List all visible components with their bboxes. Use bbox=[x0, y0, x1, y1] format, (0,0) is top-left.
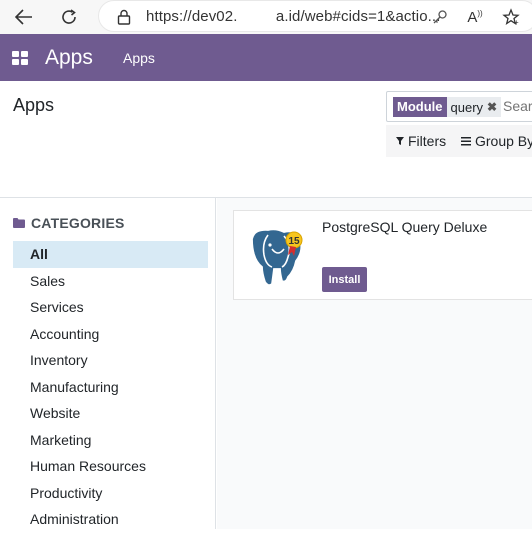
search-facet: Module query ✖ bbox=[393, 97, 502, 117]
sidebar-item-inventory[interactable]: Inventory bbox=[13, 347, 208, 374]
read-aloud-icon[interactable]: A)) bbox=[465, 7, 485, 27]
kanban-view: 15 PostgreSQL Query Deluxe Install bbox=[217, 198, 532, 529]
facet-label: Module bbox=[393, 97, 447, 117]
back-icon[interactable] bbox=[12, 5, 36, 29]
category-sidebar: CATEGORIES All Sales Services Accounting Inv… bbox=[0, 198, 216, 529]
search-box[interactable]: Module query ✖ bbox=[386, 91, 532, 122]
lock-icon[interactable] bbox=[114, 7, 134, 27]
facet-value-text: query bbox=[450, 99, 484, 115]
close-icon[interactable]: ✖ bbox=[487, 100, 497, 114]
top-navbar: Apps Apps bbox=[0, 34, 532, 81]
filter-icon bbox=[396, 137, 404, 145]
sidebar-item-website[interactable]: Website bbox=[13, 400, 208, 427]
sidebar-item-accounting[interactable]: Accounting bbox=[13, 321, 208, 348]
group-by-label: Group By bbox=[475, 133, 532, 149]
reload-icon[interactable] bbox=[57, 5, 81, 29]
favorite-icon[interactable]: + bbox=[501, 7, 521, 27]
sidebar-item-marketing[interactable]: Marketing bbox=[13, 427, 208, 454]
url-text: https://dev02. a.id/web#cids=1&actio... bbox=[146, 8, 441, 25]
menu-item-apps[interactable]: Apps bbox=[123, 50, 155, 66]
categories-header: CATEGORIES bbox=[13, 215, 125, 231]
sidebar-item-productivity[interactable]: Productivity bbox=[13, 480, 208, 507]
category-list: All Sales Services Accounting Inventory Manuf… bbox=[13, 241, 208, 533]
app-menu-icon[interactable] bbox=[12, 51, 28, 65]
postgresql-elephant-icon: 15 bbox=[244, 227, 312, 287]
group-by-icon bbox=[461, 136, 471, 145]
sidebar-item-human-resources[interactable]: Human Resources bbox=[13, 453, 208, 480]
key-icon[interactable] bbox=[430, 7, 450, 27]
categories-header-label: CATEGORIES bbox=[31, 215, 125, 231]
sidebar-item-manufacturing[interactable]: Manufacturing bbox=[13, 374, 208, 401]
app-brand[interactable]: Apps bbox=[45, 46, 93, 70]
svg-text:+: + bbox=[514, 18, 519, 26]
sidebar-item-sales[interactable]: Sales bbox=[13, 268, 208, 295]
sidebar-item-all[interactable]: All bbox=[13, 241, 208, 268]
install-button[interactable]: Install bbox=[322, 267, 367, 292]
control-panel: Apps Module query ✖ Filters Group By bbox=[0, 81, 532, 198]
app-name: PostgreSQL Query Deluxe bbox=[322, 219, 488, 235]
sidebar-item-services[interactable]: Services bbox=[13, 294, 208, 321]
search-options-bar: Filters Group By bbox=[386, 125, 532, 157]
filters-label: Filters bbox=[408, 133, 447, 149]
group-by-button[interactable]: Group By bbox=[461, 133, 532, 149]
filters-button[interactable]: Filters bbox=[396, 133, 446, 149]
search-input[interactable] bbox=[503, 98, 532, 114]
browser-toolbar: https://dev02. a.id/web#cids=1&actio... … bbox=[0, 0, 532, 34]
address-bar[interactable]: https://dev02. a.id/web#cids=1&actio... … bbox=[98, 0, 532, 32]
app-card[interactable]: 15 PostgreSQL Query Deluxe Install bbox=[233, 210, 532, 300]
version-badge: 15 bbox=[288, 236, 300, 247]
folder-icon bbox=[13, 218, 25, 228]
facet-value: query ✖ bbox=[446, 97, 502, 117]
breadcrumb: Apps bbox=[13, 95, 55, 115]
